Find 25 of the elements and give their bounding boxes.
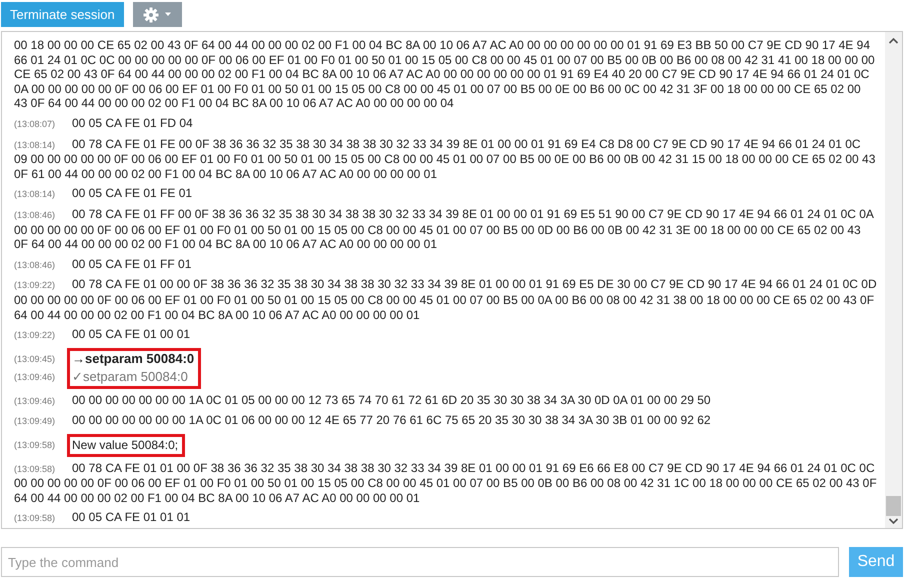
timestamp: (13:09:45) bbox=[14, 352, 56, 366]
log-entry: (13:09:49) 00 00 00 00 00 00 00 1A 0C 01 06 00 00 00 12 4E 65 77 20 76 61 6C 75 65 20 35 30 30 38 34 3A 30 3B 01 00 00 92 62 bbox=[14, 413, 712, 430]
log-entry: (13:09:22) 00 78 CA FE 01 00 00 0F 38 36 36 32 35 38 30 34 38 38 30 32 33 34 39 8E 01 00 00 01 91 69 E5 DE 30 00 C7 9E CD 90 17 4E 94 66 01 24 01 0C 0D 00 00 00 00 00 0F 00 06 00 EF 01 00 F0 01 00 50 01 00 15 05 00 C8 00 00 45 01 00 07 00 B5 00 0A 00 B6 00 08 00 42 31 38 00 18 00 00 00 CE 65 02 00 43 0F 64 00 44 00 00 00 02 00 F1 00 04 BC 8A 00 10 06 A7 AC A0 00 00 00 00 01 bbox=[14, 277, 877, 322]
log-entry: 00 18 00 00 00 CE 65 02 00 43 0F 64 00 44 00 00 00 02 00 F1 00 04 BC 8A 00 10 06 A7 AC A0 00 00 00 00 00 00 01 91 69 E3 BB 50 00 C7 9E CD 90 17 4E 94 66 01 24 01 0C 0C 00 00 00 00 00 0F 00 06 00 EF 01 00 F0 01 00 50 01 00 15 05 00 C8 00 00 45 01 00 07 00 B5 00 0B 00 B6 00 08 00 42 31 41 00 18 00 00 00 CE 65 02 00 43 0F 64 00 44 00 00 00 02 00 F1 00 04 BC 8A 00 10 06 A7 AC A0 00 00 00 00 00 00 01 91 69 E4 40 20 00 C7 9E CD 90 17 4E 94 66 01 24 01 0C 0A 00 00 00 00 00 0F 00 06 00 EF 01 00 F0 01 00 50 01 00 15 05 00 C8 00 00 45 01 00 07 00 B5 00 0E 00 B6 00 0C 00 42 31 3F 00 18 00 00 00 CE 65 02 00 43 0F 64 00 44 00 00 00 02 00 F1 00 04 BC 8A 00 10 06 A7 AC A0 00 00 00 00 04 bbox=[14, 38, 876, 111]
timestamp: (13:09:58) bbox=[14, 439, 56, 452]
log-entry: (13:09:46) 00 00 00 00 00 00 00 1A 0C 01 05 00 00 00 12 73 65 74 70 61 72 61 6D 20 35 30 30 38 34 3A 30 0D 0A 01 00 00 29 50 bbox=[14, 392, 712, 408]
log-entry: (13:08:14) 00 05 CA FE 01 FE 01 bbox=[14, 186, 194, 202]
settings-dropdown-button[interactable] bbox=[132, 2, 182, 27]
caret-icon bbox=[164, 12, 172, 17]
log-entry: (13:08:07) 00 05 CA FE 01 FD 04 bbox=[14, 116, 194, 132]
terminate-session-button[interactable]: Terminate session bbox=[1, 2, 124, 27]
log-message: →setparam 50084:0 bbox=[72, 352, 194, 366]
log-message: New value 50084:0; bbox=[72, 438, 178, 453]
log-entry: (13:09:22) 00 05 CA FE 01 00 01 bbox=[14, 327, 192, 343]
log-entry: (13:08:46) 00 78 CA FE 01 FF 00 0F 38 36 36 32 35 38 30 34 38 38 30 32 33 34 39 8E 01 00 00 01 91 69 E5 51 90 00 C7 9E CD 90 17 4E 94 66 01 24 01 0C 0A 00 00 00 00 00 0F 00 06 00 EF 01 00 F0 01 00 50 01 00 15 05 00 C8 00 00 45 01 00 07 00 B5 00 0D 00 B6 00 0B 00 42 31 3E 00 18 00 00 00 CE 65 02 00 43 0F 64 00 44 00 00 00 02 00 F1 00 04 BC 8A 00 10 06 A7 AC A0 00 00 00 00 01 bbox=[14, 206, 875, 252]
log-entry: (13:09:58) 00 05 CA FE 01 01 01 bbox=[14, 510, 192, 526]
command-input[interactable]: Type the command bbox=[1, 547, 839, 577]
gear-icon bbox=[142, 6, 159, 22]
log-entry: (13:09:58) 00 78 CA FE 01 01 00 0F 38 36 36 32 35 38 30 34 38 38 30 32 33 34 39 8E 01 00 00 01 91 69 E6 66 E8 00 C7 9E CD 90 17 4E 94 66 01 24 01 0C 0C 00 00 00 00 00 0F 00 06 00 EF 01 00 F0 01 00 50 01 00 15 05 00 C8 00 00 45 01 00 07 00 B5 00 0B 00 B6 00 08 00 42 31 1C 00 18 00 00 00 CE 65 02 00 43 0F 64 00 44 00 00 00 02 00 F1 00 04 BC 8A 00 10 06 A7 AC A0 00 00 00 00 01 bbox=[14, 460, 877, 506]
send-button[interactable]: Send bbox=[849, 547, 903, 577]
log-entry: (13:08:46) 00 05 CA FE 01 FF 01 bbox=[14, 256, 192, 272]
log-entry: (13:08:14) 00 78 CA FE 01 FE 00 0F 38 36 36 32 35 38 30 34 38 38 30 32 33 34 39 8E 01 00 00 01 91 69 E4 C8 D8 00 C7 9E CD 90 17 4E 94 66 01 24 01 0C 09 00 00 00 00 00 0F 00 06 00 EF 01 00 F0 01 00 50 01 00 15 05 00 C8 00 00 45 01 00 07 00 B5 00 0E 00 B6 00 0B 00 42 31 15 00 18 00 00 00 CE 65 02 00 43 0F 61 00 44 00 00 00 02 00 F1 00 04 BC 8A 00 10 06 A7 AC A0 00 00 00 00 01 bbox=[14, 136, 876, 182]
timestamp: (13:09:46) bbox=[14, 371, 56, 384]
log-message: ✓setparam 50084:0 bbox=[72, 370, 189, 385]
scrollbar-drawing[interactable] bbox=[885, 32, 902, 528]
